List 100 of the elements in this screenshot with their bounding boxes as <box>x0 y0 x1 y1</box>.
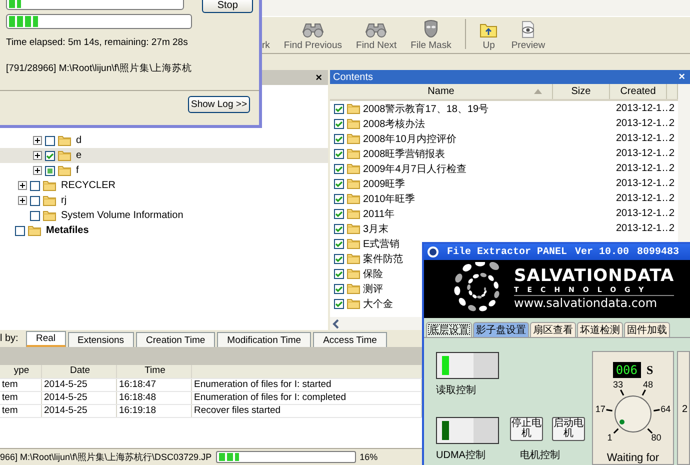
file-name: 案件防范 <box>363 252 403 266</box>
folder-icon <box>43 210 56 221</box>
switch-label: 读取控制 <box>436 384 477 397</box>
tree-item[interactable]: rj <box>0 193 328 208</box>
dial-drawing[interactable] <box>606 390 660 434</box>
tab-caption: l by: <box>0 333 20 344</box>
checkbox[interactable] <box>30 210 40 220</box>
checkbox[interactable] <box>334 148 344 158</box>
folder-icon <box>58 165 71 176</box>
toolbar-button[interactable]: Preview <box>511 21 546 51</box>
toolbar-button[interactable]: Find Next <box>356 21 397 51</box>
checkbox[interactable] <box>334 194 344 204</box>
file-name: 大个金 <box>363 298 393 310</box>
expand-icon[interactable] <box>18 181 27 190</box>
sort-tab[interactable]: Access Time <box>313 332 387 347</box>
panel-tab[interactable]: 固件加载 <box>624 322 670 337</box>
file-name: 2008考核办法 <box>363 118 426 130</box>
file-name: 2011年 <box>363 208 395 220</box>
sort-tab[interactable]: Modification Time <box>217 332 312 347</box>
checkbox[interactable] <box>334 238 344 248</box>
timer-display: 006 <box>612 362 640 378</box>
mask-icon <box>423 20 439 38</box>
checkbox[interactable] <box>334 208 344 218</box>
expand-icon[interactable] <box>33 136 42 145</box>
tree-label: d <box>76 135 82 146</box>
checkbox[interactable] <box>334 178 344 188</box>
close-button[interactable]: × <box>676 71 687 83</box>
tree-item[interactable]: e <box>0 148 328 163</box>
toggle-switch[interactable] <box>436 352 499 379</box>
panel-tab[interactable]: 底层设置 <box>426 322 472 337</box>
checkbox[interactable] <box>334 104 344 114</box>
dial-label: 80 <box>651 432 662 442</box>
tree-item[interactable]: d <box>0 133 328 148</box>
stop-button[interactable]: Stop <box>202 0 253 13</box>
checkbox[interactable] <box>334 134 344 144</box>
checkbox[interactable] <box>334 268 344 278</box>
checkbox[interactable] <box>334 118 344 128</box>
expand-icon[interactable] <box>33 151 42 160</box>
file-name: 2009年4月7日人行检查 <box>363 162 466 176</box>
current-file-path: [791/28966] M:\Root\lijun\f\照片集\上海苏杭 <box>6 62 194 75</box>
dial-label: 33 <box>613 380 623 390</box>
stop-motor-button[interactable]: 停止电机 <box>510 417 543 441</box>
folder-icon <box>347 298 360 309</box>
status-text: Waiting for <box>606 452 660 464</box>
expand-icon[interactable] <box>33 166 42 175</box>
start-motor-button[interactable]: 启动电机 <box>552 417 585 441</box>
checkbox[interactable] <box>334 298 344 308</box>
tree-label: f <box>76 165 79 176</box>
tree-label: e <box>76 150 82 161</box>
sort-tab[interactable]: Creation Time <box>136 332 216 347</box>
table-cell: 2014-5-25 <box>42 392 117 404</box>
time-elapsed-text: Time elapsed: 5m 14s, remaining: 27m 28s <box>6 37 189 48</box>
checkbox[interactable] <box>15 226 25 236</box>
panel-tab[interactable]: 影子盘设置 <box>473 322 529 337</box>
panel-tab[interactable]: 扇区查看 <box>530 322 576 337</box>
tree-item[interactable]: Metafiles <box>0 223 328 238</box>
folder-icon <box>347 268 360 279</box>
folder-icon <box>28 225 41 236</box>
file-name: 2008年10月内控评价 <box>363 132 456 146</box>
dial-label: 1 <box>607 432 612 442</box>
checkbox[interactable] <box>334 224 344 234</box>
panel-tab[interactable]: 坏道检测 <box>577 322 623 337</box>
folder-icon <box>347 103 360 114</box>
folder-icon <box>58 150 71 161</box>
checkbox[interactable] <box>45 150 55 160</box>
show-log-button[interactable]: Show Log >> <box>188 96 250 113</box>
toolbar-button[interactable]: Up <box>480 22 498 51</box>
folder-icon <box>347 253 360 264</box>
checkbox[interactable] <box>334 284 344 294</box>
tree-item[interactable]: System Volume Information <box>0 208 328 223</box>
checkbox[interactable] <box>30 196 40 206</box>
version-text: Ver 10.00 <box>575 246 630 258</box>
binoculars-icon <box>302 21 324 38</box>
toolbar-button[interactable]: rk <box>262 40 270 51</box>
column-header[interactable]: Size <box>553 84 610 99</box>
toolbar-button[interactable]: Find Previous <box>284 21 342 51</box>
column-header: ype <box>0 365 42 378</box>
checkbox[interactable] <box>334 164 344 174</box>
close-button[interactable]: × <box>314 72 324 84</box>
column-header[interactable]: Created <box>610 84 667 99</box>
tree-item[interactable]: f <box>0 163 328 178</box>
toggle-switch[interactable] <box>436 417 499 444</box>
progress-percent: 16% <box>360 452 378 462</box>
toolbar-button[interactable]: File Mask <box>410 20 452 51</box>
sort-tab[interactable]: Real <box>26 331 66 347</box>
unit-label: S <box>646 362 654 378</box>
checkbox[interactable] <box>45 136 55 146</box>
file-name: 2008警示教育17、18、19号 <box>363 102 489 116</box>
tree-label: RECYCLER <box>61 180 116 191</box>
checkbox[interactable] <box>45 166 55 176</box>
tree-label: rj <box>61 195 67 206</box>
table-cell: 16:19:18 <box>117 405 192 417</box>
expand-icon[interactable] <box>18 196 27 205</box>
tree-item[interactable]: RECYCLER <box>0 178 328 193</box>
table-cell: 2014-5-25 <box>42 405 117 417</box>
checkbox[interactable] <box>30 180 40 190</box>
sort-tab[interactable]: Extensions <box>68 332 134 347</box>
website-url: www.salvationdata.com <box>514 296 658 312</box>
checkbox[interactable] <box>334 254 344 264</box>
column-header[interactable]: Name <box>330 84 553 99</box>
